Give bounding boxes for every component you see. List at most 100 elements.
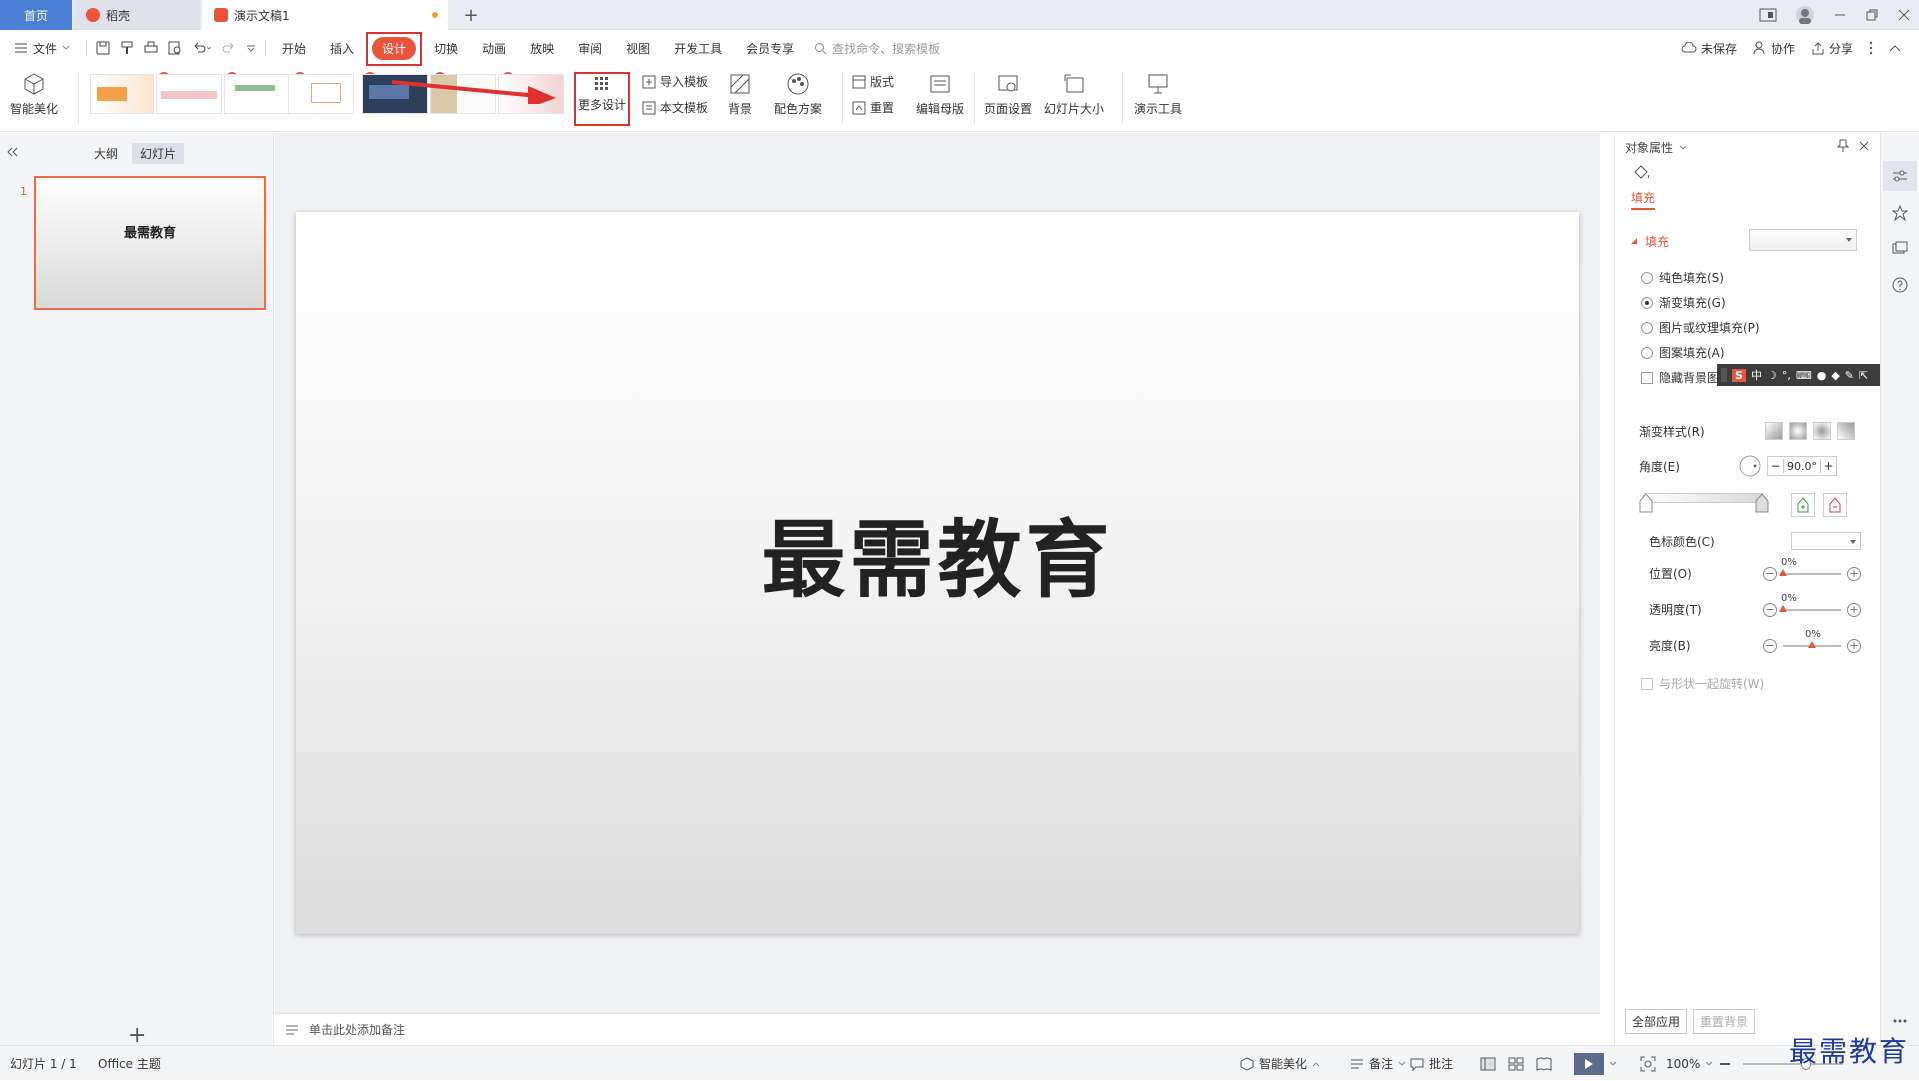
close-icon[interactable] (1859, 141, 1869, 151)
fill-color-dropdown[interactable] (1749, 229, 1857, 251)
redo-button[interactable] (217, 30, 241, 66)
format-painter-button[interactable] (115, 30, 139, 66)
color-scheme-button[interactable]: 配色方案 (774, 72, 822, 117)
more-icon[interactable] (1892, 1019, 1908, 1023)
print-button[interactable] (139, 30, 163, 66)
properties-sidebar-button[interactable] (1883, 161, 1917, 191)
plus-icon[interactable]: + (1847, 602, 1861, 617)
solid-fill-option[interactable]: 纯色填充(S) (1641, 269, 1724, 286)
undo-button[interactable] (187, 30, 217, 66)
notes-toggle-button[interactable]: 备注 (1350, 1046, 1406, 1081)
minimize-icon[interactable] (1833, 8, 1847, 22)
zoom-fit-button[interactable] (1640, 1046, 1656, 1081)
template-thumb[interactable] (288, 74, 354, 114)
play-button[interactable] (1574, 1046, 1617, 1081)
tab-animation[interactable]: 动画 (470, 30, 518, 66)
present-tools-button[interactable]: 演示工具 (1134, 72, 1182, 117)
position-slider[interactable]: 0% (1779, 557, 1841, 576)
tab-transition[interactable]: 切换 (422, 30, 470, 66)
collab-button[interactable]: 协作 (1753, 40, 1795, 57)
slider-thumb[interactable] (1779, 604, 1787, 612)
slide-thumbnail[interactable]: 最需教育 (34, 176, 266, 310)
import-template-button[interactable]: 导入模板 (642, 73, 708, 90)
template-thumb[interactable] (90, 74, 154, 114)
new-tab-button[interactable]: + (456, 0, 486, 30)
notes-bar[interactable]: 单击此处添加备注 (275, 1013, 1600, 1045)
slide-canvas[interactable]: 最需教育 (296, 212, 1579, 934)
command-search[interactable]: 查找命令、搜索模板 (814, 40, 940, 57)
fill-section-header[interactable]: 填充 (1631, 233, 1669, 250)
transparency-slider[interactable]: 0% (1779, 593, 1841, 612)
moon-icon[interactable]: ☽ (1767, 369, 1777, 382)
page-setup-button[interactable]: 页面设置 (984, 72, 1032, 117)
slide-size-button[interactable]: 幻灯片大小 (1044, 72, 1104, 117)
unsaved-button[interactable]: 未保存 (1681, 40, 1737, 57)
plus-icon[interactable]: + (1847, 638, 1861, 653)
angle-dial-icon[interactable] (1739, 455, 1761, 477)
minus-icon[interactable]: − (1763, 638, 1777, 653)
sorter-view-icon[interactable] (1508, 1057, 1524, 1071)
gradient-linear-icon[interactable] (1765, 422, 1783, 440)
rotate-with-shape-checkbox[interactable]: 与形状一起旋转(W) (1641, 675, 1764, 692)
help-icon[interactable] (1892, 277, 1908, 293)
edit-master-button[interactable]: 编辑母版 (916, 72, 964, 117)
drag-handle-icon[interactable] (1721, 368, 1727, 382)
tab-daoke[interactable]: 稻壳 (74, 0, 200, 30)
star-icon[interactable] (1892, 205, 1908, 221)
pin-icon[interactable] (1837, 139, 1849, 153)
ime-toolbar[interactable]: S 中 ☽ °, ⌨ ● ◆ ✎ ⇱ (1717, 364, 1883, 386)
slide-title[interactable]: 最需教育 (296, 212, 1579, 934)
tab-developer[interactable]: 开发工具 (662, 30, 734, 66)
collapse-ribbon-icon[interactable] (1889, 44, 1901, 52)
tab-member[interactable]: 会员专享 (734, 30, 806, 66)
tab-insert[interactable]: 插入 (318, 30, 366, 66)
slider-thumb[interactable] (1808, 640, 1816, 648)
stop-color-dropdown[interactable] (1791, 532, 1861, 550)
tab-start[interactable]: 开始 (270, 30, 318, 66)
reading-view-icon[interactable] (1536, 1057, 1552, 1071)
ime-lang-toggle[interactable]: 中 (1751, 367, 1762, 383)
apply-all-button[interactable]: 全部应用 (1625, 1009, 1688, 1034)
gradient-radial-icon[interactable] (1789, 422, 1807, 440)
gradient-fill-option[interactable]: 渐变填充(G) (1641, 294, 1726, 311)
layout-icon[interactable] (1759, 8, 1777, 22)
collapse-panel-icon[interactable] (6, 147, 18, 157)
minus-icon[interactable]: − (1763, 602, 1777, 617)
zoom-level[interactable]: 100% (1666, 1046, 1713, 1081)
theme-name[interactable]: Office 主题 (98, 1046, 161, 1081)
gradient-path-icon[interactable] (1837, 422, 1855, 440)
background-button[interactable]: 背景 (728, 72, 752, 117)
remove-stop-button[interactable] (1823, 493, 1847, 517)
plus-icon[interactable]: + (1820, 459, 1836, 473)
tab-slides[interactable]: 幻灯片 (132, 143, 185, 164)
gradient-stop-right-icon[interactable] (1755, 493, 1769, 513)
slides-icon[interactable] (1892, 241, 1908, 257)
minus-icon[interactable]: − (1763, 566, 1777, 581)
save-button[interactable] (91, 30, 115, 66)
pattern-fill-option[interactable]: 图案填充(A) (1641, 344, 1725, 361)
template-thumb[interactable] (224, 74, 290, 114)
customize-toolbar-button[interactable] (241, 30, 261, 66)
this-template-button[interactable]: 本文模板 (642, 99, 708, 116)
avatar[interactable] (1795, 5, 1815, 25)
template-thumb[interactable] (156, 74, 222, 114)
restore-icon[interactable] (1865, 8, 1879, 22)
tab-design[interactable]: 设计 (366, 30, 423, 66)
user-icon[interactable]: ● (1817, 369, 1827, 382)
zoom-out-icon[interactable] (1720, 1062, 1730, 1065)
close-icon[interactable] (1897, 8, 1911, 22)
skin-icon[interactable]: ◆ (1831, 369, 1839, 382)
tab-slideshow[interactable]: 放映 (518, 30, 566, 66)
tab-outline[interactable]: 大纲 (90, 143, 122, 164)
minus-icon[interactable]: − (1768, 459, 1784, 473)
smart-beautify-button[interactable]: 智能美化 (10, 72, 58, 117)
keyboard-icon[interactable]: ⌨ (1796, 369, 1812, 382)
reset-background-button[interactable]: 重置背景 (1693, 1009, 1756, 1034)
add-stop-button[interactable] (1791, 493, 1815, 517)
gradient-rect-icon[interactable] (1813, 422, 1831, 440)
layout-button[interactable]: 版式 (852, 73, 894, 90)
gradient-bar[interactable] (1643, 493, 1763, 503)
share-button[interactable]: 分享 (1811, 40, 1853, 57)
fill-tab[interactable]: 填充 (1631, 189, 1656, 210)
hide-bg-checkbox[interactable]: 隐藏背景图 (1641, 369, 1719, 386)
